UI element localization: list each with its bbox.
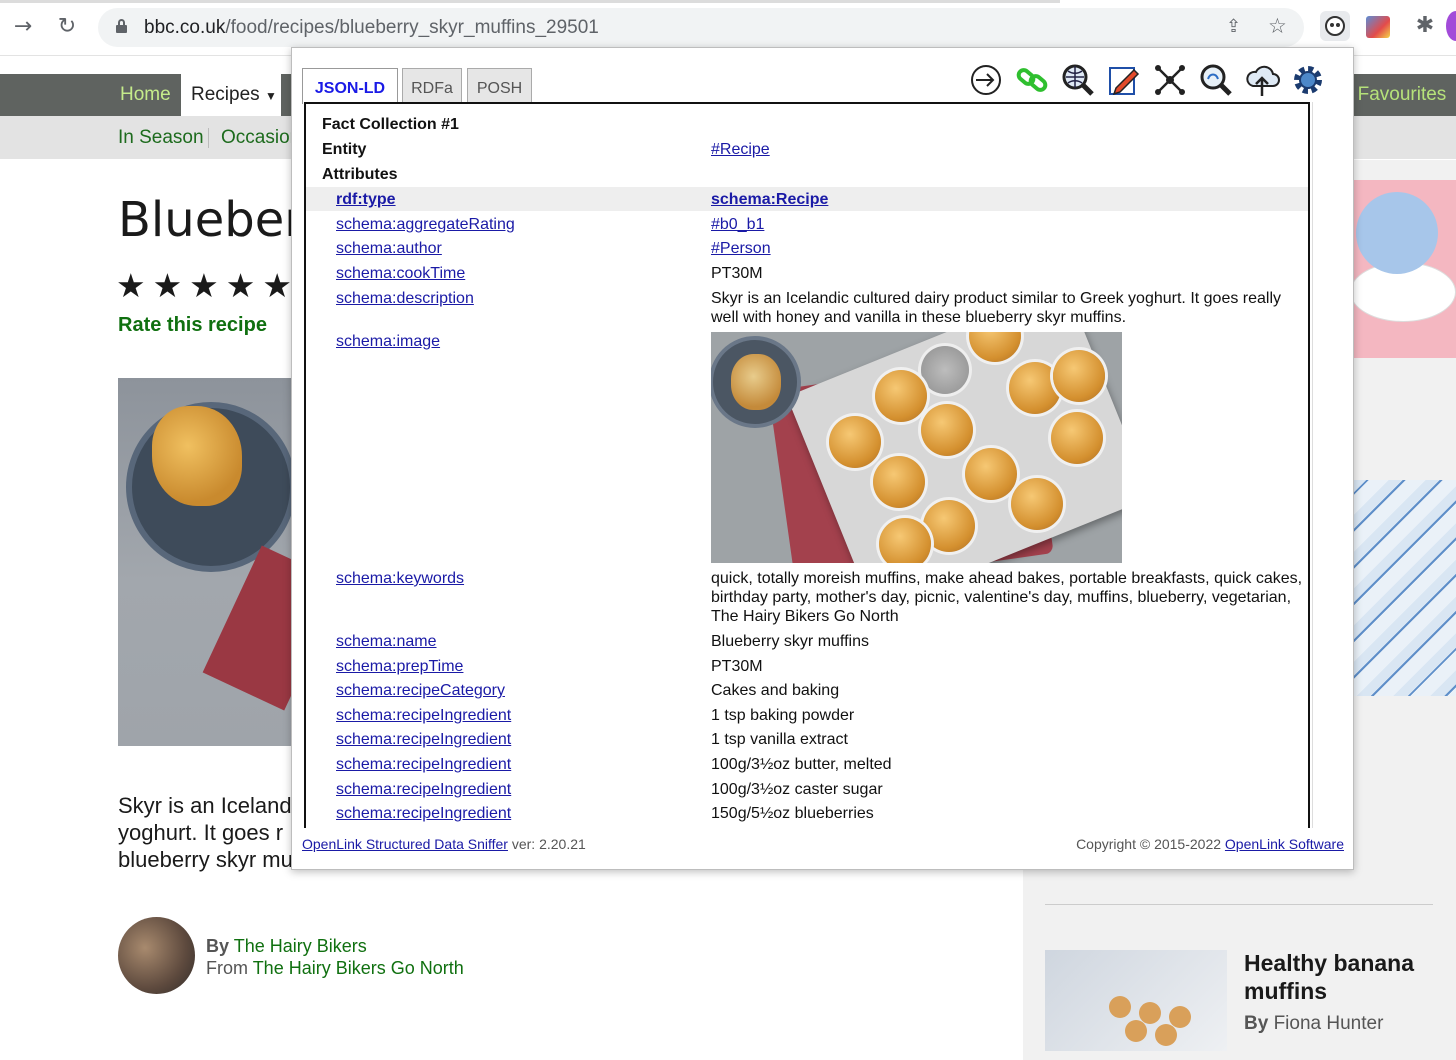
attribute-value: 150g/5½oz blueberries [711, 805, 874, 822]
attribute-key-link[interactable]: schema:recipeIngredient [336, 781, 511, 798]
avatar[interactable] [118, 917, 195, 994]
attribute-key-link[interactable]: schema:cookTime [336, 265, 465, 282]
openlink-software-link[interactable]: OpenLink Software [1225, 836, 1344, 852]
openlink-sniffer-extension-icon[interactable] [1320, 11, 1350, 41]
attribute-value: 1 tsp baking powder [711, 707, 855, 724]
version-text: ver: 2.20.21 [507, 836, 586, 852]
reload-icon[interactable]: ↻ [52, 12, 82, 42]
attribute-key-link[interactable]: schema:image [336, 333, 440, 350]
nav-recipes[interactable]: Recipes ▼ [181, 74, 281, 116]
settings-icon[interactable] [1290, 62, 1326, 98]
edit-icon[interactable] [1106, 62, 1142, 98]
profile-avatar[interactable] [1446, 11, 1456, 41]
address-bar[interactable]: bbc.co.uk/food/recipes/blueberry_skyr_mu… [98, 8, 1304, 47]
copyright-text: Copyright © 2015-2022 [1076, 836, 1225, 852]
subnav-divider [208, 128, 209, 148]
share-icon[interactable]: ⇪ [1226, 16, 1241, 37]
nav-home[interactable]: Home [108, 74, 180, 116]
attribute-value: PT30M [711, 265, 763, 282]
forward-icon[interactable]: → [8, 12, 38, 42]
attribute-key-link[interactable]: schema:description [336, 290, 474, 307]
bookmark-star-icon[interactable]: ☆ [1268, 14, 1287, 38]
attribute-value: 1 tsp vanilla extract [711, 731, 848, 748]
attribute-key-link[interactable]: schema:recipeIngredient [336, 707, 511, 724]
source-link[interactable]: The Hairy Bikers Go North [253, 958, 464, 978]
tab-json-ld[interactable]: JSON-LD [302, 68, 398, 104]
attribute-key-link[interactable]: schema:prepTime [336, 658, 463, 675]
attribute-key-link[interactable]: schema:keywords [336, 570, 464, 587]
attribute-key-link[interactable]: schema:author [336, 240, 442, 257]
sniffer-footer: OpenLink Structured Data Sniffer ver: 2.… [302, 834, 1344, 854]
attribute-row: schema:keywords quick, totally moreish m… [306, 569, 1308, 629]
chevron-down-icon: ▼ [264, 89, 277, 103]
link-icon[interactable] [1014, 62, 1050, 98]
tab-posh[interactable]: POSH [467, 68, 532, 102]
cloud-upload-icon[interactable] [1244, 62, 1280, 98]
attribute-key-link[interactable]: schema:recipeCategory [336, 682, 505, 699]
facts-panel: Fact Collection #1 Entity #Recipe Attrib… [304, 102, 1310, 828]
author-link[interactable]: The Hairy Bikers [234, 936, 367, 956]
recipe-image[interactable] [711, 332, 1122, 563]
related-recipe-title[interactable]: Healthy banana muffins [1244, 949, 1444, 1005]
sniffer-product-link[interactable]: OpenLink Structured Data Sniffer [302, 836, 508, 852]
graph-icon[interactable] [1152, 62, 1188, 98]
attribute-key-link[interactable]: schema:aggregateRating [336, 216, 515, 233]
panel-scrollbar[interactable] [1312, 102, 1330, 828]
attribute-key-link[interactable]: schema:recipeIngredient [336, 756, 511, 773]
related-recipe-byline: By Fiona Hunter [1244, 1013, 1384, 1034]
rate-recipe-link[interactable]: Rate this recipe [118, 314, 267, 337]
attribute-value: 100g/3½oz caster sugar [711, 781, 883, 798]
nav-favourites[interactable]: r Favourites [1346, 74, 1456, 116]
subnav-occasions[interactable]: Occasion [221, 116, 300, 159]
search-describe-icon[interactable] [1060, 62, 1096, 98]
attribute-value-link[interactable]: #Person [711, 240, 771, 257]
login-icon[interactable] [968, 62, 1004, 98]
sparql-query-icon[interactable] [1198, 62, 1234, 98]
recipe-hero-image [118, 378, 294, 746]
lock-icon[interactable] [116, 19, 127, 33]
attribute-row: rdf:type schema:Recipe [306, 187, 1308, 211]
structured-data-sniffer-popup: JSON-LD RDFa POSH Fact Collection #1 Ent… [291, 47, 1354, 870]
attribute-value: Blueberry skyr muffins [711, 633, 869, 650]
tab-strip-edge [0, 0, 1060, 3]
attribute-key-link[interactable]: rdf:type [336, 191, 396, 208]
url-text[interactable]: bbc.co.uk/food/recipes/blueberry_skyr_mu… [144, 17, 599, 39]
recipe-intro: Skyr is an Iceland yoghurt. It goes r bl… [118, 793, 293, 872]
attribute-key-link[interactable]: schema:name [336, 633, 437, 650]
attribute-key-link[interactable]: schema:recipeIngredient [336, 731, 511, 748]
attribute-row: schema:image [306, 332, 1308, 564]
entity-link[interactable]: #Recipe [711, 141, 770, 158]
attribute-key-link[interactable]: schema:recipeIngredient [336, 805, 511, 822]
extension-icon[interactable] [1366, 16, 1390, 38]
advert-image-2[interactable] [1352, 480, 1456, 696]
subnav-in-season[interactable]: In Season [118, 116, 204, 159]
byline: By The Hairy Bikers From The Hairy Biker… [206, 936, 464, 978]
attribute-value-link[interactable]: #b0_b1 [711, 216, 764, 233]
rating-stars[interactable]: ★★★★★ [116, 266, 299, 305]
attribute-value: Skyr is an Icelandic cultured dairy prod… [711, 290, 1282, 326]
attribute-value: quick, totally moreish muffins, make ahe… [711, 570, 1303, 625]
divider [1045, 904, 1433, 905]
attribute-value: Cakes and baking [711, 682, 840, 699]
attribute-value-link[interactable]: schema:Recipe [711, 191, 828, 208]
advert-image[interactable] [1350, 180, 1456, 358]
attribute-value: 100g/3½oz butter, melted [711, 756, 892, 773]
tab-rdfa[interactable]: RDFa [402, 68, 462, 102]
related-recipe-image[interactable] [1045, 950, 1227, 1051]
extensions-puzzle-icon[interactable]: ✱ [1410, 11, 1440, 41]
attribute-value: PT30M [711, 658, 763, 675]
